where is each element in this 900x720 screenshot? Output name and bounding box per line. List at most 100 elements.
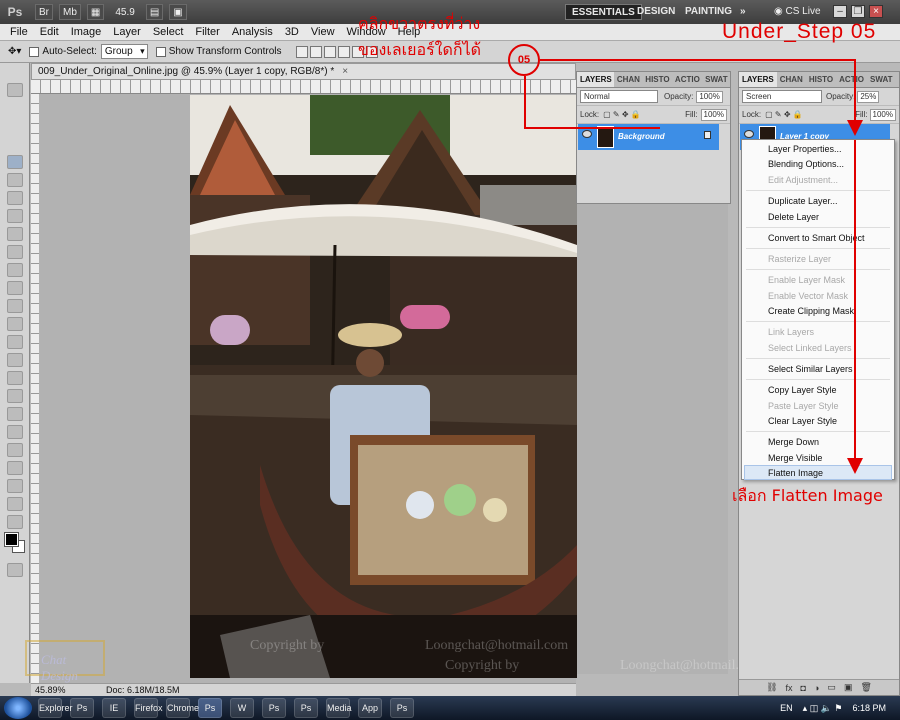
language-indicator[interactable]: EN	[780, 703, 793, 713]
launch-minibridge-button[interactable]: Mb	[59, 4, 81, 20]
taskbar-app-word[interactable]: W	[230, 698, 254, 718]
link-layers-icon[interactable]: ⛓	[766, 682, 777, 693]
crop-tool-icon[interactable]	[7, 227, 23, 241]
restore-button[interactable]: ❐	[851, 5, 865, 18]
taskbar-app-other[interactable]: App	[358, 698, 382, 718]
menu-item-rasterize-layer[interactable]: Rasterize Layer	[768, 254, 831, 264]
menu-analysis[interactable]: Analysis	[226, 26, 279, 38]
menu-item-duplicate-layer[interactable]: Duplicate Layer...	[768, 196, 838, 206]
history-brush-tool-icon[interactable]	[7, 317, 23, 331]
menu-item-enable-vector-mask[interactable]: Enable Vector Mask	[768, 291, 848, 301]
add-mask-icon[interactable]: ◘	[801, 683, 806, 693]
lock-icons[interactable]: ▢ ✎ ✥ 🔒	[603, 110, 641, 119]
view-extras-button[interactable]: ▦	[86, 4, 105, 20]
start-button[interactable]	[4, 697, 32, 719]
cs-live-button[interactable]: ◉ CS Live	[770, 4, 825, 20]
menu-item-link-layers[interactable]: Link Layers	[768, 327, 814, 337]
menu-view[interactable]: View	[305, 26, 341, 38]
shape-tool-icon[interactable]	[7, 461, 23, 475]
quick-mask-icon[interactable]	[7, 563, 23, 577]
launch-bridge-button[interactable]: Br	[35, 4, 53, 20]
align-vcenter-icon[interactable]	[309, 45, 322, 58]
3d-rotate-tool-icon[interactable]	[7, 479, 23, 493]
menu-item-merge-visible[interactable]: Merge Visible	[768, 453, 822, 463]
brush-tool-icon[interactable]	[7, 281, 23, 295]
tab-swatches[interactable]: SWAT	[867, 72, 896, 87]
clone-stamp-tool-icon[interactable]	[7, 299, 23, 313]
path-selection-tool-icon[interactable]	[7, 443, 23, 457]
fill-field[interactable]: 100%	[869, 108, 896, 121]
taskbar-app-photoshop-2[interactable]: Ps	[262, 698, 286, 718]
document-photo[interactable]	[190, 95, 577, 678]
move-tool-icon[interactable]	[7, 155, 23, 169]
tab-layers[interactable]: LAYERS	[577, 72, 614, 87]
fill-field[interactable]: 100%	[700, 108, 727, 121]
tab-actions[interactable]: ACTIO	[672, 72, 702, 87]
zoom-level-field[interactable]: 45.9	[115, 7, 134, 18]
menu-filter[interactable]: Filter	[189, 26, 225, 38]
taskbar-app-explorer[interactable]: Explorer	[38, 698, 73, 718]
menu-item-convert-smart-object[interactable]: Convert to Smart Object	[768, 233, 865, 243]
menu-item-create-clipping-mask[interactable]: Create Clipping Mask	[768, 306, 854, 316]
menu-item-copy-layer-style[interactable]: Copy Layer Style	[768, 385, 837, 395]
taskbar-app-chrome[interactable]: Chrome	[166, 698, 199, 718]
quick-select-tool-icon[interactable]	[7, 209, 23, 223]
more-workspaces-icon[interactable]: »	[734, 4, 752, 20]
blend-mode-dropdown[interactable]: Normal	[580, 90, 658, 103]
close-document-icon[interactable]: ×	[342, 66, 348, 77]
tray-icons[interactable]: ▴ ◫ 🔈 ⚑	[803, 703, 843, 714]
dodge-tool-icon[interactable]	[7, 389, 23, 403]
align-bottom-icon[interactable]	[323, 45, 336, 58]
eyedropper-tool-icon[interactable]	[7, 245, 23, 259]
visibility-eye-icon[interactable]	[582, 130, 592, 138]
show-transform-checkbox[interactable]	[155, 46, 166, 57]
photoshop-mb-icon[interactable]	[7, 83, 23, 97]
opacity-field[interactable]: 25%	[857, 90, 880, 103]
menu-item-blending-options[interactable]: Blending Options...	[768, 159, 844, 169]
taskbar-app-firefox[interactable]: Firefox	[134, 698, 163, 718]
document-tab[interactable]: 009_Under_Original_Online.jpg @ 45.9% (L…	[31, 63, 576, 80]
taskbar-app-photoshop[interactable]: Ps	[70, 698, 94, 718]
menu-item-flatten-image[interactable]: Flatten Image	[768, 468, 823, 478]
menu-item-select-linked-layers[interactable]: Select Linked Layers	[768, 343, 852, 353]
status-zoom[interactable]: 45.89%	[35, 684, 66, 696]
lasso-tool-icon[interactable]	[7, 191, 23, 205]
auto-select-dropdown[interactable]: Group	[100, 44, 148, 59]
arrange-documents-button[interactable]: ▤	[145, 4, 164, 20]
eraser-tool-icon[interactable]	[7, 335, 23, 349]
tab-history[interactable]: HISTO	[642, 72, 672, 87]
menu-file[interactable]: File	[4, 26, 34, 38]
marquee-tool-icon[interactable]	[7, 173, 23, 187]
workspace-painting[interactable]: PAINTING	[679, 4, 738, 20]
move-tool-preset-icon[interactable]: ✥▾	[8, 46, 21, 57]
zoom-tool-icon[interactable]	[7, 515, 23, 529]
status-doc-size[interactable]: Doc: 6.18M/18.5M	[106, 684, 180, 696]
menu-select[interactable]: Select	[147, 26, 190, 38]
menu-edit[interactable]: Edit	[34, 26, 65, 38]
healing-brush-tool-icon[interactable]	[7, 263, 23, 277]
auto-select-checkbox[interactable]	[29, 46, 40, 57]
hand-tool-icon[interactable]	[7, 497, 23, 511]
align-top-icon[interactable]	[295, 45, 308, 58]
tab-channels[interactable]: CHAN	[614, 72, 642, 87]
delete-layer-icon[interactable]: 🗑	[860, 682, 871, 693]
tab-actions[interactable]: ACTIO	[836, 72, 867, 87]
type-tool-icon[interactable]	[7, 425, 23, 439]
tab-swatches[interactable]: SWAT	[702, 72, 730, 87]
menu-item-enable-layer-mask[interactable]: Enable Layer Mask	[768, 275, 845, 285]
workspace-design[interactable]: DESIGN	[631, 4, 681, 20]
close-button[interactable]: ×	[869, 5, 883, 18]
pen-tool-icon[interactable]	[7, 407, 23, 421]
lock-icons[interactable]: ▢ ✎ ✥ 🔒	[765, 110, 803, 119]
tab-layers[interactable]: LAYERS	[739, 72, 777, 87]
tab-channels[interactable]: CHAN	[777, 72, 806, 87]
adjustment-layer-icon[interactable]: ◑	[814, 683, 819, 693]
menu-item-merge-down[interactable]: Merge Down	[768, 437, 819, 447]
new-group-icon[interactable]: ▭	[827, 682, 836, 693]
tab-history[interactable]: HISTO	[806, 72, 836, 87]
menu-item-paste-layer-style[interactable]: Paste Layer Style	[768, 401, 839, 411]
taskbar-app-media[interactable]: Media	[326, 698, 352, 718]
foreground-color-swatch[interactable]	[4, 532, 19, 547]
blur-tool-icon[interactable]	[7, 371, 23, 385]
minimize-button[interactable]: –	[833, 5, 847, 18]
